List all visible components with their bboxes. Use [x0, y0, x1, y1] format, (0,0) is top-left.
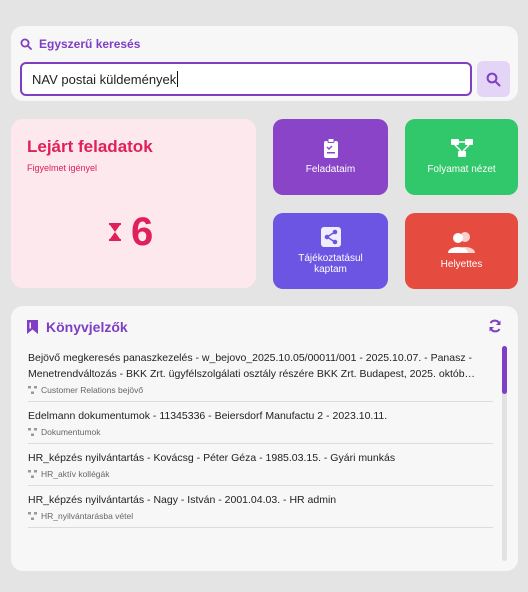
search-icon [20, 38, 32, 50]
tile-substitute[interactable]: Helyettes [405, 213, 518, 289]
refresh-button[interactable] [488, 319, 502, 338]
users-icon [447, 232, 475, 254]
bookmark-text[interactable]: HR_képzés nyilvántartás - Nagy - István … [28, 492, 493, 508]
bookmark-tag: HR_nyilvántarásba vétel [28, 511, 493, 521]
expired-count-value: 6 [131, 210, 154, 254]
tile-my-tasks[interactable]: Feladataim [273, 119, 388, 195]
tile-label: Feladataim [305, 164, 356, 176]
bookmark-text[interactable]: Edelmann dokumentumok - 11345336 - Beier… [28, 408, 493, 424]
bookmark-tag-label: HR_nyilvántarásba vétel [41, 511, 134, 521]
bookmark-tag: Dokumentumok [28, 427, 493, 437]
scrollbar-thumb[interactable] [502, 346, 507, 394]
expired-tasks-card[interactable]: Lejárt feladatok Figyelmet igényel 6 [11, 119, 256, 288]
list-item[interactable]: Edelmann dokumentumok - 11345336 - Beier… [28, 402, 493, 444]
tile-for-information[interactable]: Tájékoztatásul kaptam [273, 213, 388, 289]
search-icon [486, 72, 501, 86]
tile-label: Folyamat nézet [427, 164, 496, 176]
expired-tasks-count: 6 [109, 212, 153, 252]
bookmarks-title-label: Könyvjelzők [46, 319, 128, 335]
list-item[interactable]: HR_képzés nyilvántartás - Kovácsg - Péte… [28, 444, 493, 486]
bookmarks-list: Bejövő megkeresés panaszkezelés - w_bejo… [28, 344, 493, 528]
tile-label: Tájékoztatásul kaptam [298, 252, 363, 276]
flow-icon [28, 512, 37, 520]
flow-icon [28, 470, 37, 478]
flow-icon [28, 428, 37, 436]
refresh-icon [489, 319, 501, 333]
bookmarks-card: Könyvjelzők Bejövő megkeresés panaszkeze… [11, 306, 518, 571]
bookmarks-title: Könyvjelzők [27, 319, 128, 335]
search-title-label: Egyszerű keresés [39, 37, 141, 51]
search-card: Egyszerű keresés NAV postai küldemények [11, 26, 518, 101]
bookmark-text[interactable]: Bejövő megkeresés panaszkezelés - w_bejo… [28, 350, 493, 382]
flow-icon [450, 139, 473, 158]
tile-process-view[interactable]: Folyamat nézet [405, 119, 518, 195]
bookmark-tag-label: Dokumentumok [41, 427, 101, 437]
share-icon [320, 226, 341, 247]
clipboard-icon [323, 138, 338, 159]
bookmark-tag-label: HR_aktív kollégák [41, 469, 110, 479]
search-button[interactable] [477, 61, 510, 97]
search-title: Egyszerű keresés [20, 37, 140, 51]
list-item[interactable]: Bejövő megkeresés panaszkezelés - w_bejo… [28, 344, 493, 402]
bookmark-tag: Customer Relations bejövő [28, 385, 493, 395]
list-item[interactable]: HR_képzés nyilvántartás - Nagy - István … [28, 486, 493, 528]
bookmark-tag-label: Customer Relations bejövő [41, 385, 144, 395]
tile-label: Helyettes [440, 259, 483, 271]
text-caret [177, 71, 179, 87]
scrollbar[interactable] [502, 346, 507, 561]
expired-tasks-subtitle: Figyelmet igényel [27, 163, 98, 173]
expired-tasks-title: Lejárt feladatok [27, 137, 153, 156]
bookmark-text[interactable]: HR_képzés nyilvántartás - Kovácsg - Péte… [28, 450, 493, 466]
flow-icon [28, 386, 37, 394]
hourglass-icon [109, 223, 121, 241]
search-input-value: NAV postai küldemények [32, 71, 177, 87]
bookmark-icon [27, 320, 38, 334]
search-input[interactable]: NAV postai küldemények [20, 62, 472, 96]
bookmark-tag: HR_aktív kollégák [28, 469, 493, 479]
